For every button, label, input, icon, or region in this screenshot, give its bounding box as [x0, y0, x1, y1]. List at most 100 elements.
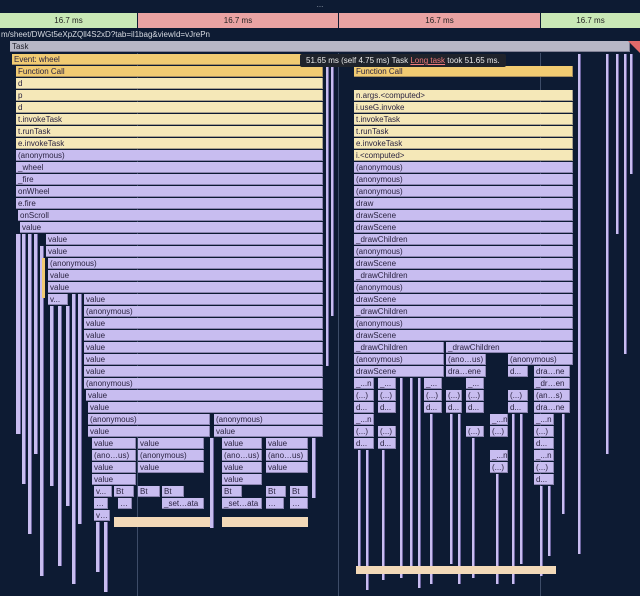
flame-bar[interactable]: … [118, 498, 132, 509]
flame-bar[interactable]: d... [378, 402, 396, 413]
flame-bar[interactable]: _fire [16, 174, 323, 185]
flame-bar[interactable]: _drawChildren [446, 342, 573, 353]
flame-bar[interactable]: (...) [354, 390, 374, 401]
flame-bar[interactable]: v... [94, 486, 112, 497]
flame-bar[interactable]: v... [48, 294, 68, 305]
flame-bar[interactable]: t.invokeTask [16, 114, 323, 125]
flame-bar[interactable]: (anonymous) [354, 354, 444, 365]
flame-bar[interactable]: value [222, 474, 262, 485]
flame-bar[interactable]: Bt [114, 486, 134, 497]
flame-bar[interactable]: e.invokeTask [354, 138, 573, 149]
flame-bar[interactable]: value [48, 282, 323, 293]
flame-bar[interactable]: _... [466, 378, 484, 389]
flame-bar[interactable]: n.args.<computed> [354, 90, 573, 101]
frame-4[interactable]: 16.7 ms [541, 13, 640, 28]
flame-bar[interactable]: (...) [378, 390, 396, 401]
flame-bar[interactable]: dra…ene [446, 366, 486, 377]
flame-bar[interactable]: value [138, 438, 204, 449]
flame-bar[interactable]: value [266, 462, 308, 473]
flame-bar[interactable]: _set…ata [162, 498, 204, 509]
flame-bar[interactable]: draw [354, 198, 573, 209]
flame-bar[interactable]: _...n [354, 414, 374, 425]
flame-bar[interactable]: _...n [534, 450, 554, 461]
flame-bar[interactable]: d [16, 102, 323, 113]
flame-bar[interactable]: (ano…us) [446, 354, 486, 365]
flame-bar[interactable]: drawScene [354, 366, 444, 377]
flame-bar[interactable]: value [138, 462, 204, 473]
flame-bar[interactable]: (anonymous) [354, 282, 573, 293]
flame-bar[interactable]: (anonymous) [354, 318, 573, 329]
flame-bar[interactable]: _drawChildren [354, 270, 573, 281]
flame-bar[interactable]: (...) [534, 462, 554, 473]
flame-bar[interactable]: d... [354, 402, 374, 413]
flame-bar[interactable]: (...) [466, 390, 484, 401]
flame-bar[interactable]: dra…ne [534, 366, 570, 377]
flame-bar[interactable]: i.<computed> [354, 150, 573, 161]
flame-bar[interactable]: onWheel [16, 186, 323, 197]
flame-bar[interactable]: (...) [508, 390, 528, 401]
flame-bar[interactable]: d... [354, 438, 374, 449]
drag-handle[interactable]: ... [0, 0, 640, 9]
flame-bar[interactable]: (anonymous) [84, 378, 323, 389]
flame-bar[interactable]: (...) [378, 426, 396, 437]
flame-bar[interactable]: value [88, 402, 323, 413]
flame-bar[interactable]: Function Call [354, 66, 573, 77]
flame-bar[interactable]: _drawChildren [354, 342, 444, 353]
flame-bar[interactable]: _... [424, 378, 442, 389]
flame-bar[interactable]: (...) [424, 390, 442, 401]
flame-bar[interactable]: … [266, 498, 284, 509]
flame-bar[interactable]: _drawChildren [354, 306, 573, 317]
flame-bar[interactable]: (anonymous) [84, 306, 323, 317]
flame-bar[interactable]: e.fire [16, 198, 323, 209]
flame-bar[interactable]: (anonymous) [16, 150, 323, 161]
flame-bar[interactable]: value [20, 222, 323, 233]
flame-bar[interactable]: value [84, 366, 323, 377]
flame-bar[interactable]: d [16, 78, 323, 89]
flame-bar[interactable]: t.invokeTask [354, 114, 573, 125]
flame-bar[interactable]: drawScene [354, 258, 573, 269]
flame-bar[interactable]: Bt [138, 486, 160, 497]
long-task-link[interactable]: Long task [410, 56, 445, 65]
flame-bar[interactable]: (anonymous) [214, 414, 323, 425]
flame-bar[interactable]: d... [508, 402, 528, 413]
flame-bar[interactable]: value [86, 390, 323, 401]
flame-bar[interactable]: (anonymous) [354, 174, 573, 185]
flame-bar[interactable]: … [290, 498, 308, 509]
flame-bar[interactable]: (anonymous) [354, 186, 573, 197]
flame-bar[interactable]: value [84, 354, 323, 365]
flame-bar[interactable]: value [92, 462, 136, 473]
flame-bar[interactable]: (...) [446, 390, 462, 401]
flame-bar[interactable]: _...n [534, 414, 554, 425]
flame-bar[interactable]: (ano…us) [222, 450, 262, 461]
flame-bar[interactable]: (ano…us) [92, 450, 136, 461]
flame-bar[interactable]: (ano…us) [266, 450, 308, 461]
flame-bar[interactable]: value [222, 438, 262, 449]
flame-bar[interactable]: dra…ne [534, 402, 570, 413]
flame-bar[interactable]: Bt [290, 486, 308, 497]
frame-1[interactable]: 16.7 ms [0, 13, 137, 28]
flame-bar[interactable]: value [266, 438, 308, 449]
flame-bar[interactable]: (...) [354, 426, 374, 437]
flame-bar[interactable]: drawScene [354, 294, 573, 305]
flame-bar[interactable]: value [84, 342, 323, 353]
flame-bar[interactable]: (anonymous) [138, 450, 204, 461]
flame-bar[interactable]: value [84, 318, 323, 329]
flame-bar[interactable]: _dr…en [534, 378, 570, 389]
flame-bar[interactable]: value [46, 246, 323, 257]
flame-bar[interactable]: (anonymous) [508, 354, 573, 365]
flame-bar[interactable]: Bt [266, 486, 286, 497]
flame-bar[interactable]: d... [378, 438, 396, 449]
flame-bar[interactable]: value [88, 426, 210, 437]
flame-bar[interactable]: d... [424, 402, 442, 413]
flame-bar[interactable]: Bt [222, 486, 242, 497]
flame-bar[interactable]: d... [446, 402, 462, 413]
flame-bar[interactable]: (an…s) [534, 390, 570, 401]
flame-bar[interactable]: p [16, 90, 323, 101]
flame-bar[interactable]: drawScene [354, 330, 573, 341]
flame-bar[interactable]: (anonymous) [354, 246, 573, 257]
flame-bar[interactable]: d... [466, 402, 484, 413]
flame-bar[interactable]: i.useG.invoke [354, 102, 573, 113]
flame-bar[interactable]: _wheel [16, 162, 323, 173]
flame-bar[interactable]: drawScene [354, 222, 573, 233]
flame-bar[interactable]: _...n [490, 450, 508, 461]
